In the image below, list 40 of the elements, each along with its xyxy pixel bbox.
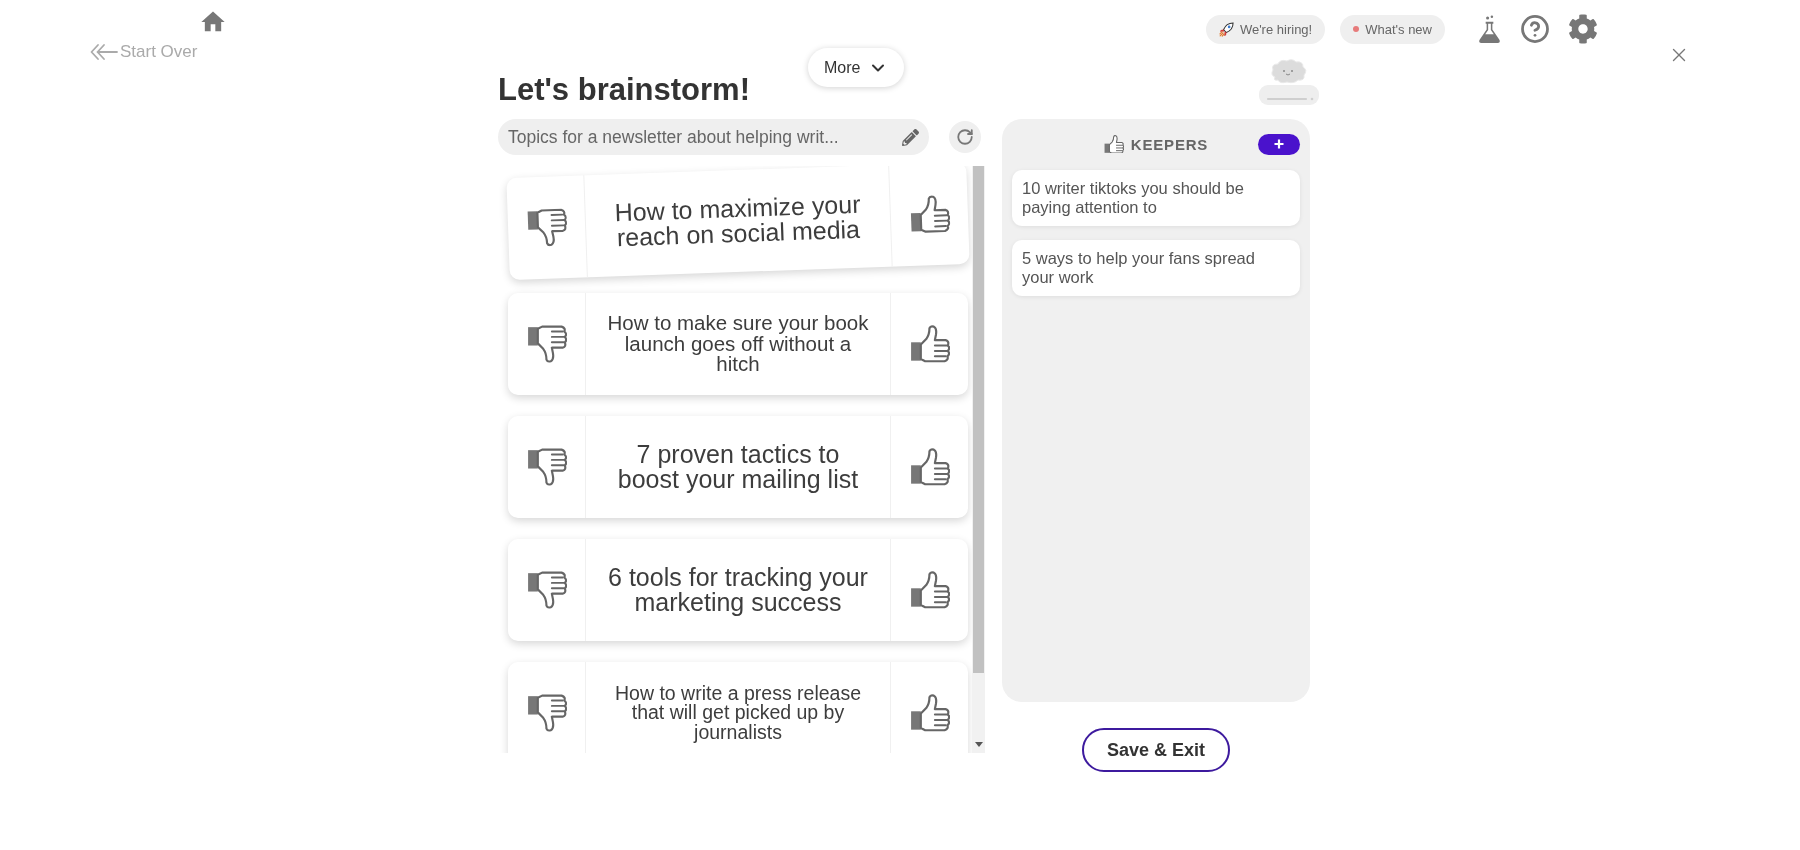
refresh-icon <box>956 128 974 146</box>
rocket-icon <box>1218 21 1234 37</box>
thumbs-down-icon <box>526 694 567 732</box>
page-title: Let's brainstorm! <box>498 72 751 108</box>
settings-icon[interactable] <box>1568 14 1598 44</box>
idea-text: How to maximize your reach on social media <box>613 188 862 254</box>
scroll-down-arrow-icon[interactable] <box>974 742 983 747</box>
thumbs-up-icon <box>909 694 950 732</box>
flask-icon[interactable] <box>1478 14 1501 44</box>
keeper-card: 10 writer tiktoks you should be paying attention to <box>1012 170 1300 226</box>
thumbs-down-icon <box>526 325 567 363</box>
prompt-field[interactable]: Topics for a newsletter about helping writ... <box>498 119 929 155</box>
thumbs-up-icon <box>909 571 950 609</box>
idea-text: 6 tools for tracking your marketing success <box>607 562 869 618</box>
thumbs-up-icon <box>909 325 950 363</box>
idea-text: 7 proven tactics to boost your mailing list <box>616 439 860 495</box>
notification-dot-icon <box>1353 26 1360 32</box>
hiring-link[interactable]: We're hiring! <box>1205 14 1326 44</box>
thumbs-down-icon <box>525 208 568 248</box>
keeper-card: 5 ways to help your fans spread your work <box>1012 240 1300 296</box>
scrollbar-thumb[interactable] <box>973 166 984 673</box>
thumbs-down-icon <box>526 448 567 486</box>
refresh-button[interactable] <box>949 121 981 153</box>
cloud-mascot-icon <box>1258 58 1320 106</box>
more-button[interactable]: More <box>808 48 905 87</box>
plus-icon <box>1274 139 1284 149</box>
keepers-title: KEEPERS <box>1130 135 1209 153</box>
thumbs-down-icon <box>526 571 567 609</box>
idea-text: How to make sure your book launch goes off without a hitch <box>606 310 870 378</box>
help-icon[interactable] <box>1520 14 1550 44</box>
idea-text: How to write a press release that will get picked up by journalists <box>614 680 862 745</box>
thumbs-up-icon <box>1103 134 1124 154</box>
scrollbar-track[interactable] <box>972 166 985 753</box>
save-exit-button[interactable]: Save & Exit <box>1082 728 1230 772</box>
whats-new-link[interactable]: What's new <box>1340 14 1445 44</box>
pencil-icon[interactable] <box>902 128 919 146</box>
add-keeper-button[interactable] <box>1258 133 1300 155</box>
thumbs-up-icon <box>909 448 950 486</box>
double-arrow-left-icon <box>90 43 118 61</box>
thumbs-up-icon <box>908 194 951 234</box>
